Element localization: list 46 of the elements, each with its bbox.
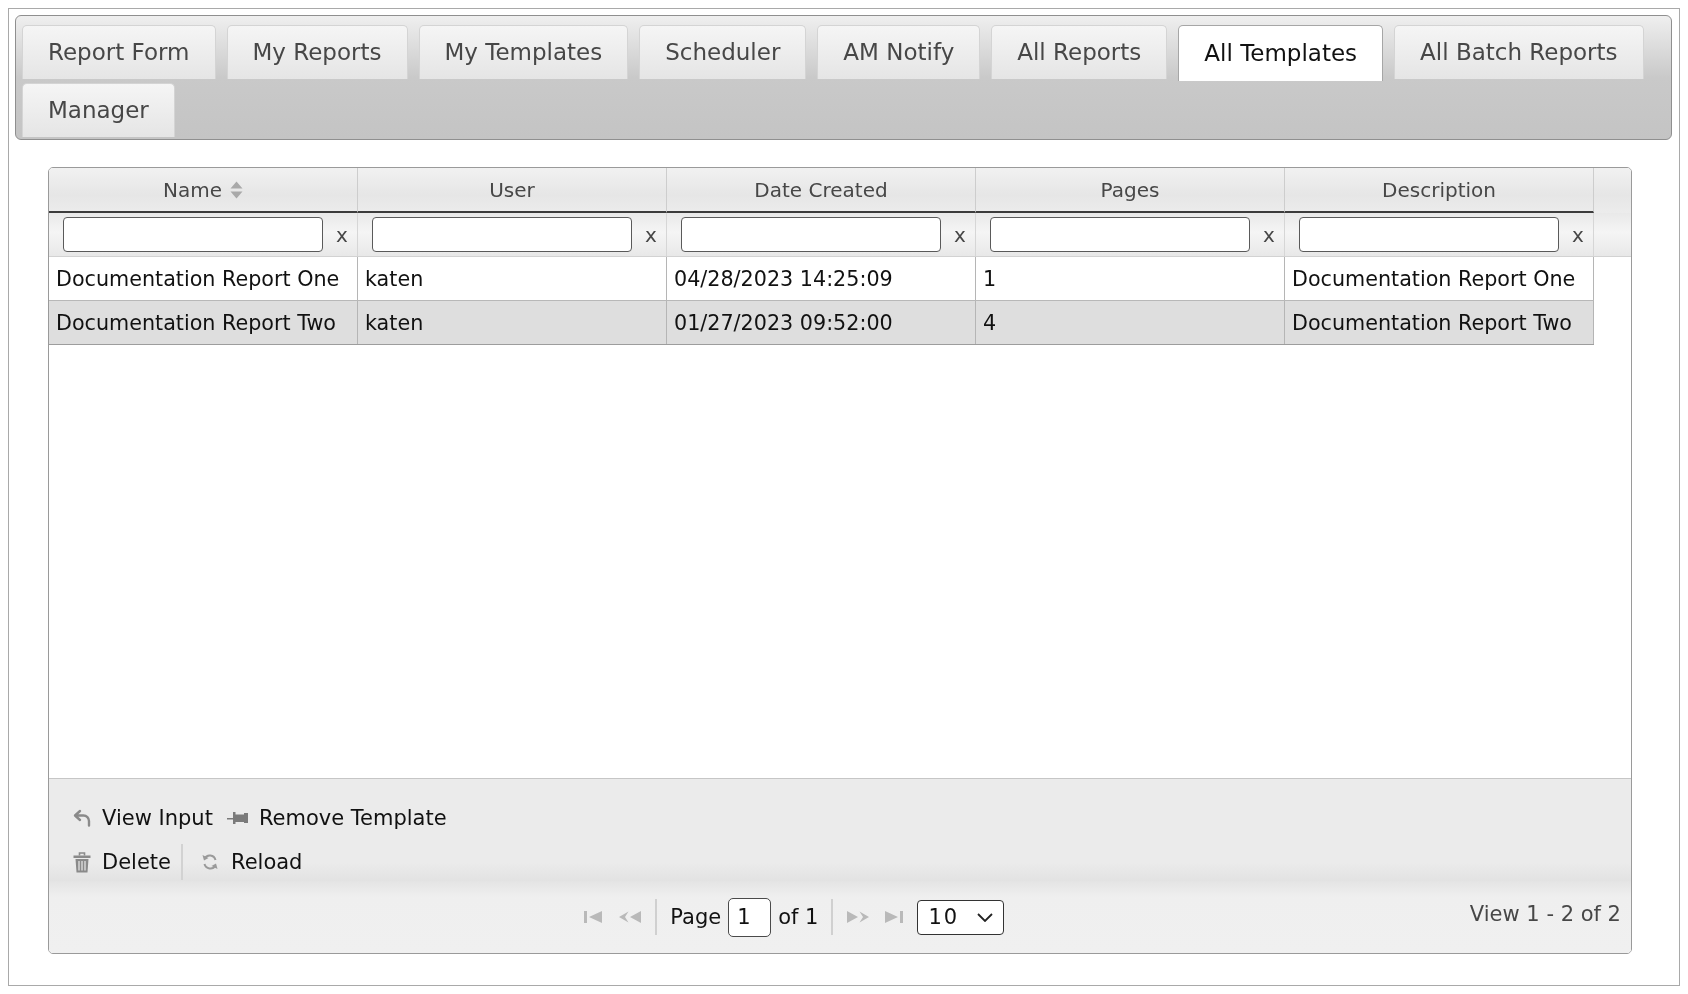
table-row[interactable]: Documentation Report Two katen 01/27/2023 09:52:00 4 Documentation Report Two xyxy=(49,301,1594,345)
filter-input[interactable] xyxy=(681,217,941,252)
table-cell: Documentation Report Two xyxy=(1285,301,1594,344)
table-cell: Documentation Report One xyxy=(49,257,358,300)
table-cell: 4 xyxy=(976,301,1285,344)
tab[interactable]: My Templates xyxy=(418,25,629,79)
page-number-input[interactable]: 1 xyxy=(728,897,772,937)
sort-icon xyxy=(230,180,243,199)
clear-filter-link[interactable]: x xyxy=(954,222,966,247)
table-cell: katen xyxy=(358,301,667,344)
reload-icon xyxy=(200,852,220,872)
clear-filter-link[interactable]: x xyxy=(336,222,348,247)
back-arrow-icon xyxy=(73,809,91,827)
table-cell: katen xyxy=(358,257,667,300)
tab[interactable]: Manager xyxy=(22,83,175,137)
tab[interactable]: My Reports xyxy=(226,25,408,79)
trash-icon xyxy=(73,851,91,873)
table-cell: 01/27/2023 09:52:00 xyxy=(667,301,976,344)
pager-label: Page xyxy=(670,905,722,929)
table-cell: Documentation Report One xyxy=(1285,257,1594,300)
record-count: View 1 - 2 of 2 xyxy=(1469,902,1622,926)
toolbar-button[interactable]: Remove Template xyxy=(220,800,453,836)
clear-filter-link[interactable]: x xyxy=(1263,222,1275,247)
toolbar-button[interactable]: View Input xyxy=(67,800,219,836)
table-row[interactable]: Documentation Report One katen 04/28/2023 14:25:09 1 Documentation Report One xyxy=(49,257,1594,301)
page-size-select[interactable]: 10 xyxy=(917,899,1005,935)
filter-input[interactable] xyxy=(372,217,632,252)
table-cell: 1 xyxy=(976,257,1285,300)
table-cell: 04/28/2023 14:25:09 xyxy=(667,257,976,300)
tab[interactable]: Report Form xyxy=(22,25,216,79)
tab[interactable]: Scheduler xyxy=(639,25,807,79)
chevron-down-icon xyxy=(977,912,994,922)
filter-input[interactable] xyxy=(1299,217,1559,252)
tab[interactable]: All Reports xyxy=(991,25,1168,79)
tab[interactable]: All Batch Reports xyxy=(1394,25,1644,79)
pin-icon xyxy=(226,811,248,825)
toolbar-button[interactable]: Delete xyxy=(67,844,177,880)
pager-label: of 1 xyxy=(778,905,819,929)
filter-input[interactable] xyxy=(63,217,323,252)
table-cell: Documentation Report Two xyxy=(49,301,358,344)
toolbar-button[interactable]: Reload xyxy=(194,844,309,880)
clear-filter-link[interactable]: x xyxy=(645,222,657,247)
tab[interactable]: AM Notify xyxy=(817,25,981,79)
filter-input[interactable] xyxy=(990,217,1250,252)
tab[interactable]: All Templates xyxy=(1178,25,1384,81)
clear-filter-link[interactable]: x xyxy=(1572,222,1584,247)
